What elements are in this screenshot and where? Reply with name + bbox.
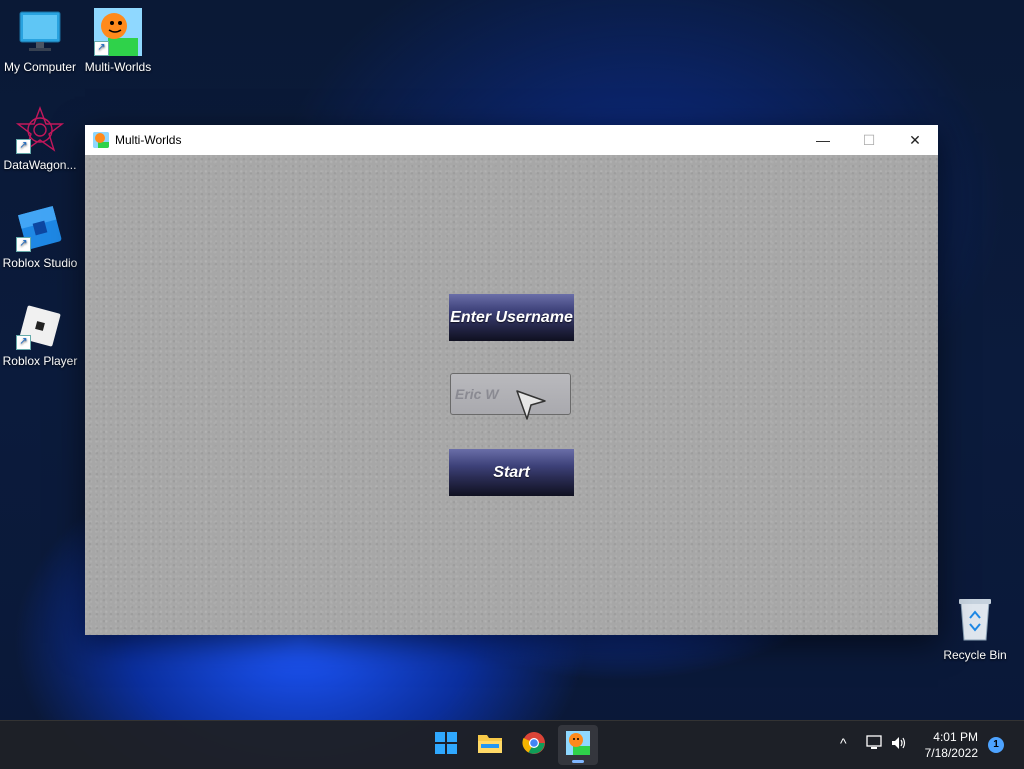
- desktop-icon-roblox-player[interactable]: ↗ Roblox Player: [0, 302, 80, 368]
- show-hidden-icons-chevron-icon[interactable]: ^: [840, 735, 847, 751]
- recycle-bin-icon: [951, 596, 999, 644]
- mouse-pointer-icon: [515, 387, 549, 426]
- taskbar-multi-worlds[interactable]: [558, 725, 598, 765]
- notification-badge[interactable]: 1: [988, 737, 1004, 753]
- desktop-icon-recycle-bin[interactable]: Recycle Bin: [935, 596, 1015, 662]
- start-button-label: Start: [493, 463, 530, 481]
- taskbar-file-explorer[interactable]: [470, 725, 510, 765]
- roblox-player-icon: ↗: [16, 302, 64, 350]
- desktop-icon-datawagon[interactable]: ↗ DataWagon...: [0, 106, 80, 172]
- network-icon[interactable]: [866, 735, 884, 756]
- shortcut-arrow-icon: ↗: [16, 335, 31, 350]
- enter-username-text: Enter Username: [450, 308, 573, 326]
- datawagon-icon: ↗: [15, 106, 65, 154]
- username-input[interactable]: [450, 373, 571, 415]
- desktop-icon-label: My Computer: [3, 60, 77, 74]
- desktop-icon-multi-worlds[interactable]: ↗ Multi-Worlds: [78, 8, 158, 74]
- minimize-button[interactable]: —: [800, 125, 846, 155]
- shortcut-arrow-icon: ↗: [16, 139, 31, 154]
- chrome-icon: [522, 731, 546, 760]
- enter-username-label: Enter Username: [449, 294, 574, 341]
- desktop-icon-label: Roblox Player: [2, 354, 78, 368]
- window-titlebar[interactable]: Multi-Worlds — ☐ ✕: [85, 125, 938, 155]
- multi-worlds-icon: [566, 730, 590, 760]
- desktop-icon-label: Recycle Bin: [943, 648, 1007, 662]
- close-icon: ✕: [909, 131, 921, 148]
- taskbar-clock[interactable]: 4:01 PM 7/18/2022: [925, 729, 978, 761]
- start-menu-icon: [434, 731, 458, 760]
- taskbar: ^ 4:01 PM 7/18/2022 1: [0, 720, 1024, 769]
- multi-worlds-icon: ↗: [94, 8, 142, 56]
- window-client-area: Enter Username Start: [85, 155, 938, 635]
- clock-time: 4:01 PM: [933, 730, 978, 744]
- taskbar-chrome[interactable]: [514, 725, 554, 765]
- desktop-icon-roblox-studio[interactable]: ↗ Roblox Studio: [0, 204, 80, 270]
- maximize-icon: ☐: [862, 131, 876, 148]
- clock-date: 7/18/2022: [924, 746, 978, 760]
- desktop-icon-label: Roblox Studio: [2, 256, 78, 270]
- maximize-button[interactable]: ☐: [846, 125, 892, 155]
- minimize-icon: —: [816, 132, 830, 148]
- desktop-icon-my-computer[interactable]: My Computer: [0, 8, 80, 74]
- shortcut-arrow-icon: ↗: [16, 237, 31, 252]
- close-button[interactable]: ✕: [892, 125, 938, 155]
- window-title: Multi-Worlds: [115, 133, 182, 147]
- roblox-studio-icon: ↗: [16, 204, 64, 252]
- start-button[interactable]: Start: [449, 449, 574, 496]
- desktop-icon-label: Multi-Worlds: [84, 60, 152, 74]
- volume-icon[interactable]: [890, 735, 908, 756]
- monitor-icon: [16, 8, 64, 56]
- system-tray: ^: [836, 721, 916, 769]
- start-button-taskbar[interactable]: [426, 725, 466, 765]
- multi-worlds-window: Multi-Worlds — ☐ ✕ Enter Username Start: [85, 125, 938, 635]
- shortcut-arrow-icon: ↗: [94, 41, 109, 56]
- file-explorer-icon: [477, 732, 503, 759]
- desktop-icon-label: DataWagon...: [3, 158, 77, 172]
- multi-worlds-icon: [93, 132, 109, 148]
